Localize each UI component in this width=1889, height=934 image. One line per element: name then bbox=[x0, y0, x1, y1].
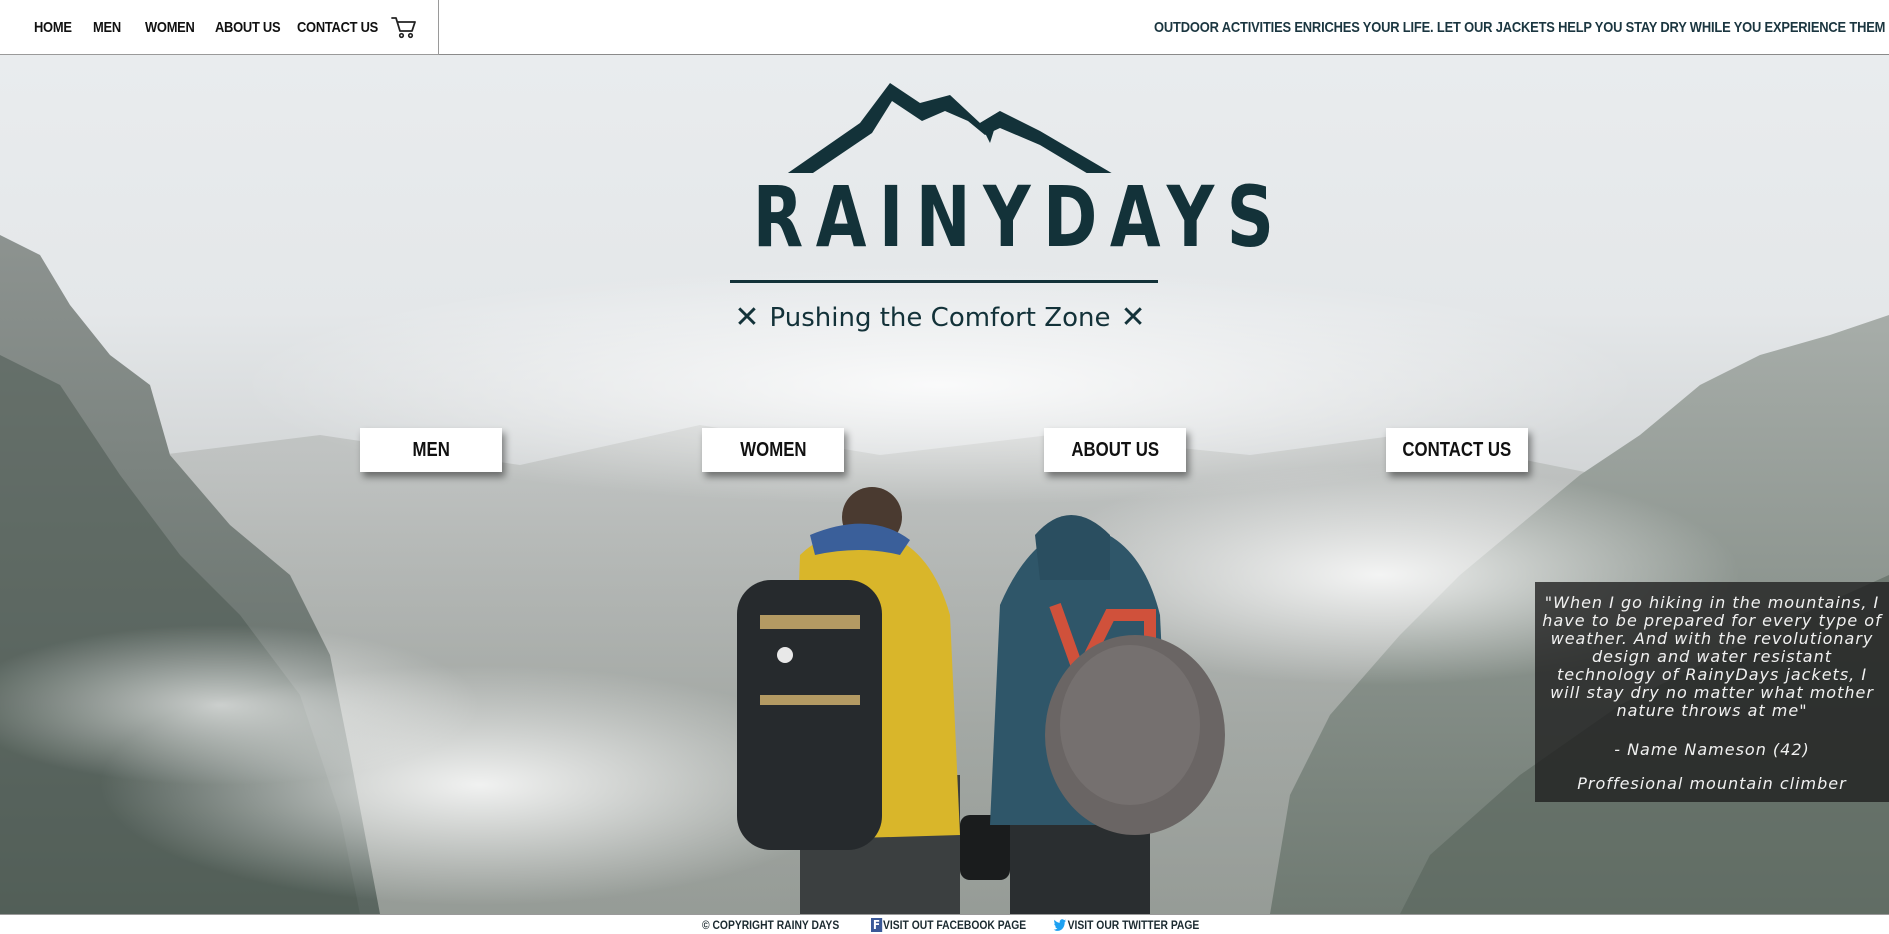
hero-women-button-label: WOMEN bbox=[739, 438, 807, 461]
hero-section: RAINYDAYS ✕ Pushing the Comfort Zone ✕ M… bbox=[0, 55, 1889, 914]
footer-copyright: © COPYRIGHT RAINY DAYS bbox=[702, 918, 840, 932]
nav-contact-us-link[interactable]: CONTACT US bbox=[297, 19, 378, 36]
footer-facebook-link[interactable]: f VISIT OUT FACEBOOK PAGE bbox=[871, 915, 1026, 934]
footer: © COPYRIGHT RAINY DAYS f VISIT OUT FACEB… bbox=[0, 914, 1889, 934]
hero-men-button-label: MEN bbox=[412, 438, 450, 461]
nav-about-us-link[interactable]: ABOUT US bbox=[215, 19, 282, 36]
page: HOME MEN WOMEN ABOUT US CONTACT US OUTDO… bbox=[0, 0, 1889, 934]
logo-tagline-text: Pushing the Comfort Zone bbox=[769, 302, 1111, 333]
nav-men-link[interactable]: MEN bbox=[93, 19, 134, 36]
mountain-logo-icon bbox=[787, 83, 1112, 173]
twitter-icon bbox=[1053, 918, 1067, 931]
hero-women-button[interactable]: WOMEN bbox=[702, 428, 844, 472]
nav-home-link[interactable]: HOME bbox=[34, 19, 81, 36]
shopping-cart-icon[interactable] bbox=[391, 15, 417, 39]
hero-about-us-button[interactable]: ABOUT US bbox=[1044, 428, 1186, 472]
footer-facebook-label: VISIT OUT FACEBOOK PAGE bbox=[883, 918, 1027, 932]
facebook-icon: f bbox=[871, 918, 883, 932]
testimonial-quote: "When I go hiking in the mountains, I ha… bbox=[1542, 593, 1882, 720]
logo-divider bbox=[730, 280, 1158, 283]
testimonial-author: - Name Nameson (42) bbox=[1614, 740, 1810, 759]
footer-twitter-label: VISIT OUR TWITTER PAGE bbox=[1067, 918, 1200, 932]
logo-wordmark: RAINYDAYS bbox=[752, 168, 1287, 266]
cross-mark-icon: ✕ bbox=[1120, 300, 1146, 335]
cross-mark-icon: ✕ bbox=[734, 300, 760, 335]
footer-twitter-link[interactable]: VISIT OUR TWITTER PAGE bbox=[1053, 915, 1199, 934]
testimonial-role: Proffesional mountain climber bbox=[1577, 774, 1847, 793]
testimonial-box: "When I go hiking in the mountains, I ha… bbox=[1535, 582, 1889, 802]
logo-tagline: ✕ Pushing the Comfort Zone ✕ bbox=[700, 300, 1180, 335]
header-slogan: OUTDOOR ACTIVITIES ENRICHES YOUR LIFE. L… bbox=[1153, 19, 1885, 36]
hero-about-us-button-label: ABOUT US bbox=[1071, 438, 1159, 461]
main-nav: HOME MEN WOMEN ABOUT US CONTACT US bbox=[0, 0, 439, 55]
hero-contact-us-button[interactable]: CONTACT US bbox=[1386, 428, 1528, 472]
hero-men-button[interactable]: MEN bbox=[360, 428, 502, 472]
rainydays-logo: RAINYDAYS ✕ Pushing the Comfort Zone ✕ bbox=[700, 73, 1287, 343]
hero-contact-us-button-label: CONTACT US bbox=[1402, 438, 1512, 461]
nav-women-link[interactable]: WOMEN bbox=[145, 19, 202, 36]
top-header: HOME MEN WOMEN ABOUT US CONTACT US OUTDO… bbox=[0, 0, 1889, 55]
